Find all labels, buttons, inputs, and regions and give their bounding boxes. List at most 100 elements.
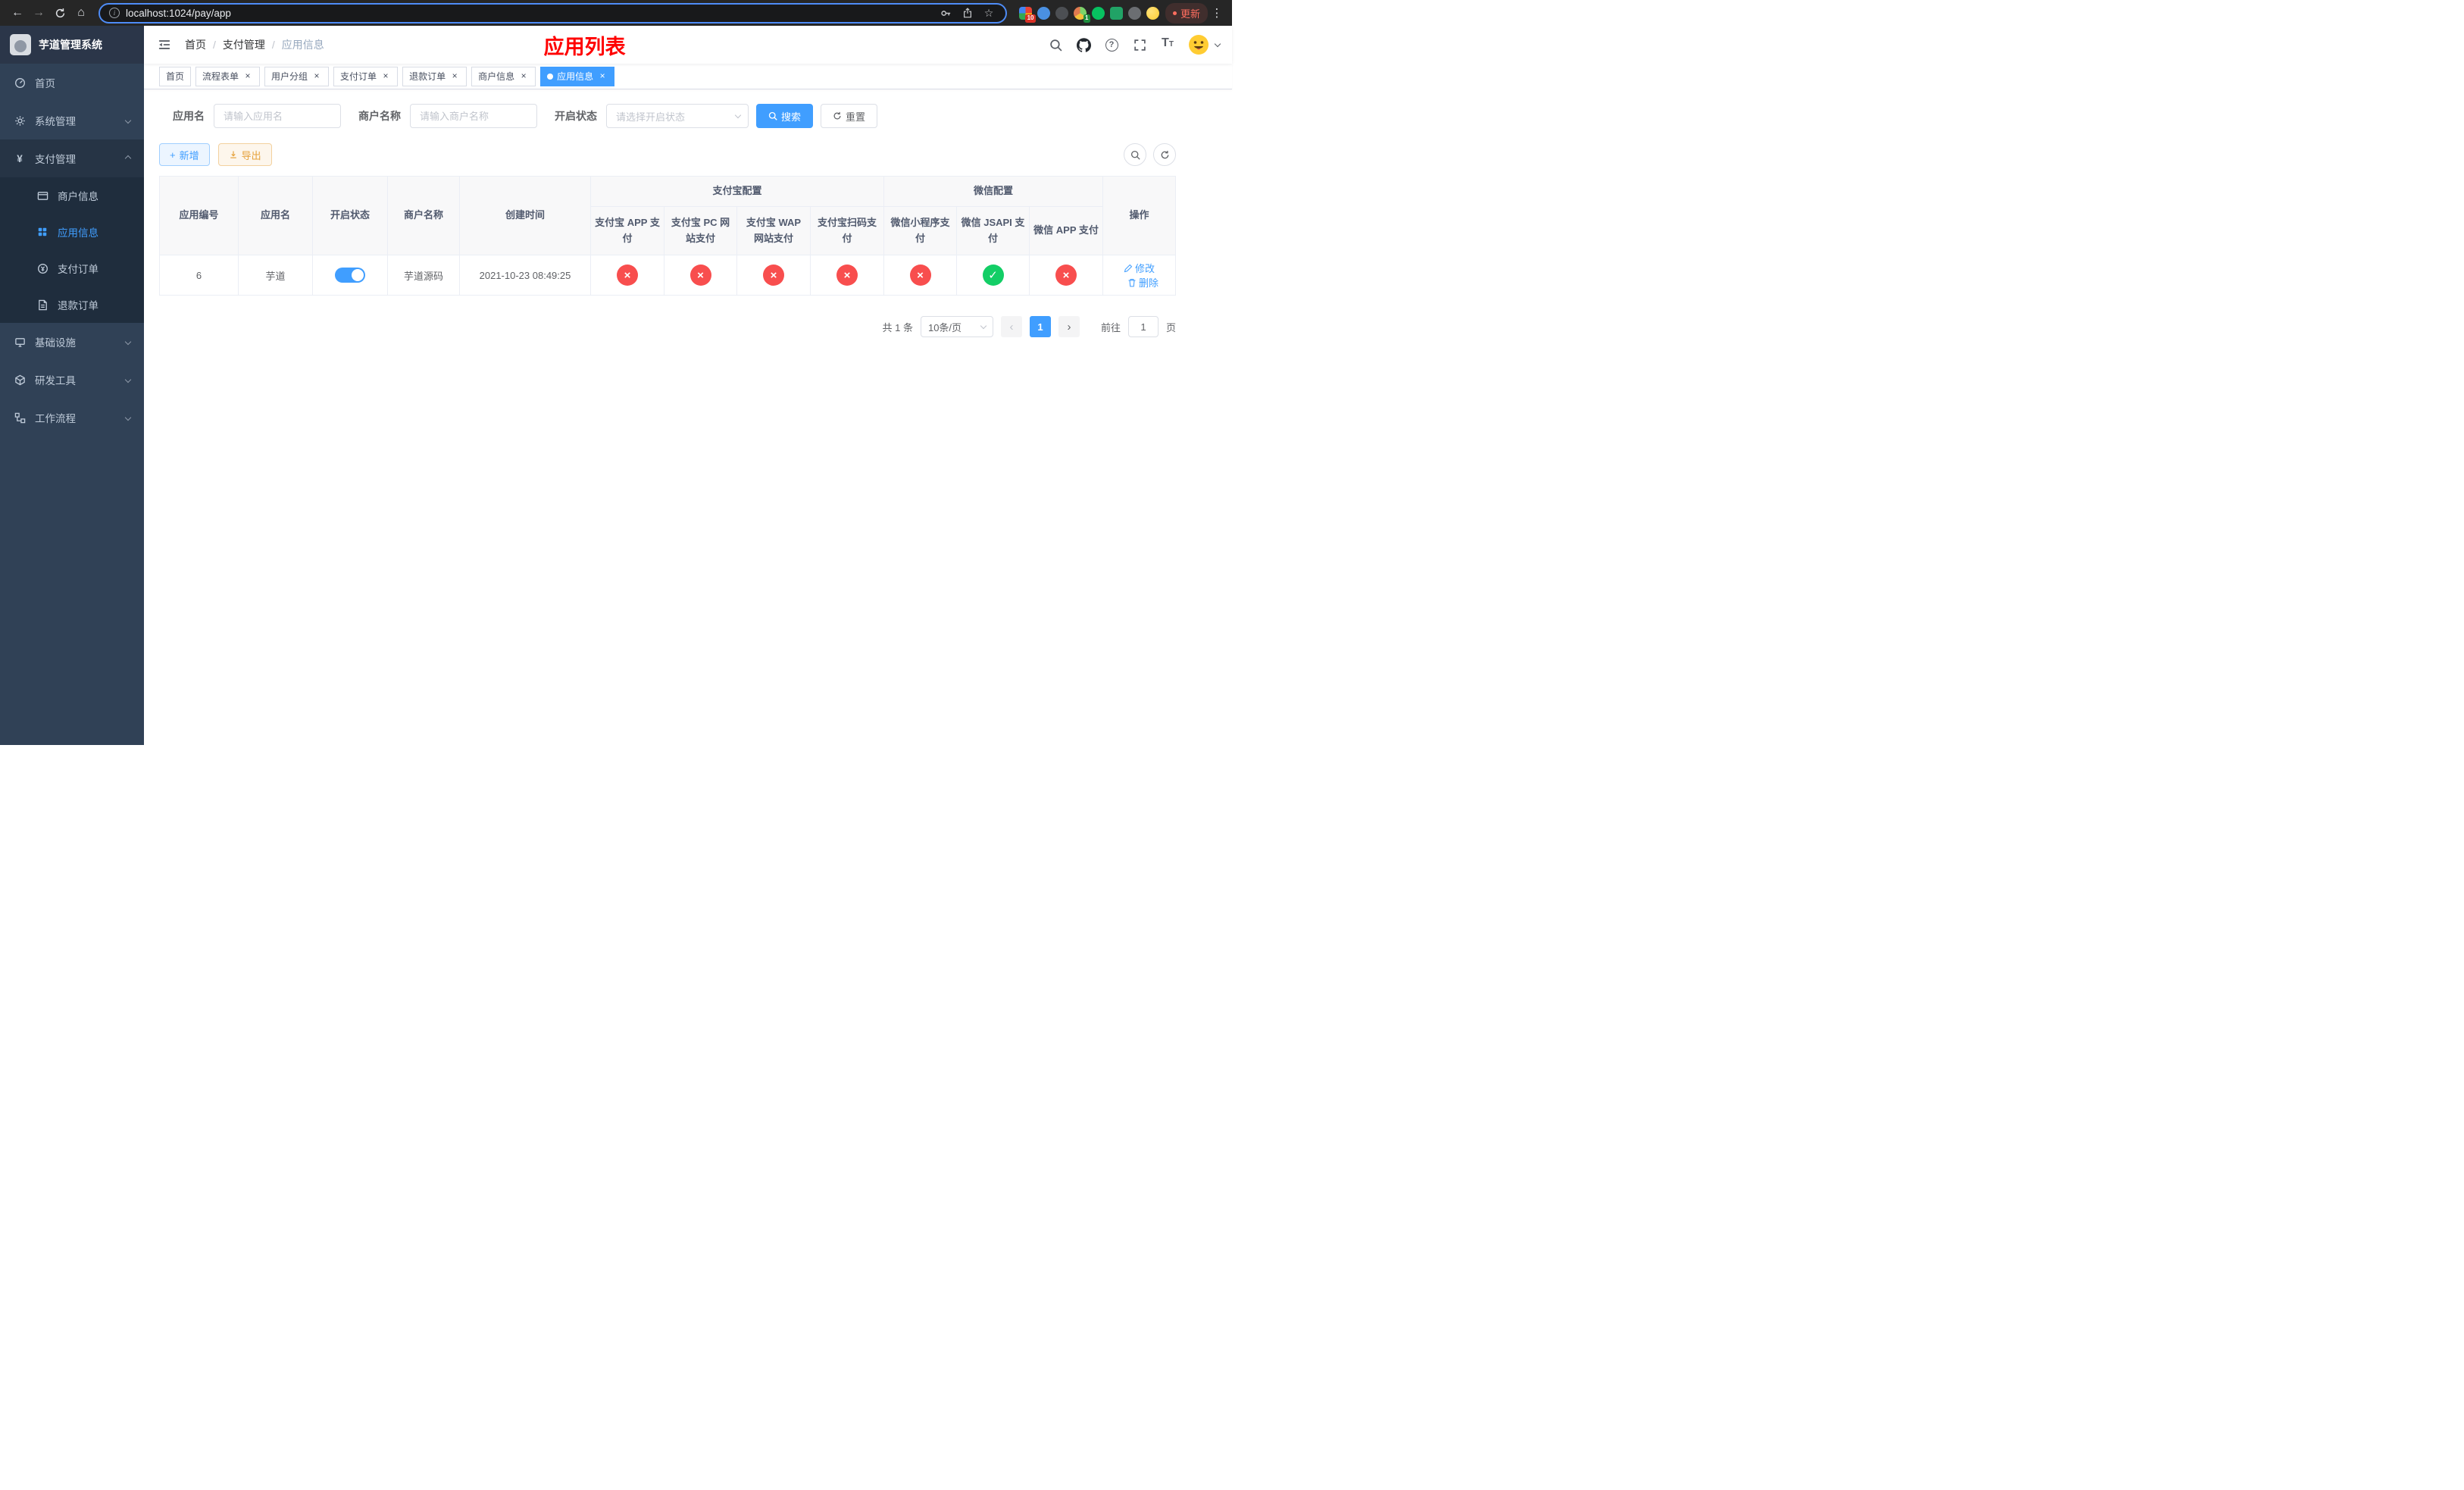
sidebar-item-refund-order[interactable]: 退款订单 xyxy=(0,286,144,323)
tab-refund-order[interactable]: 退款订单 × xyxy=(402,66,467,86)
github-icon[interactable] xyxy=(1075,36,1092,53)
pagination: 共 1 条 10条/页 ‹ 1 › 前往 页 xyxy=(159,316,1176,337)
sidebar-item-system[interactable]: 系统管理 xyxy=(0,102,144,139)
payment-submenu: 商户信息 应用信息 支付订单 退款订单 xyxy=(0,177,144,323)
cell-wechat-app: × xyxy=(1029,255,1104,296)
url-text[interactable]: localhost:1024/pay/app xyxy=(126,8,933,19)
fullscreen-icon[interactable] xyxy=(1131,36,1148,53)
user-menu[interactable] xyxy=(1187,33,1221,56)
sidebar-item-merchant-info[interactable]: 商户信息 xyxy=(0,177,144,214)
cell-wechat-mini: × xyxy=(883,255,958,296)
share-icon[interactable] xyxy=(960,8,975,18)
browser-reload-icon[interactable] xyxy=(50,3,70,23)
page-size-select[interactable]: 10条/页 xyxy=(920,316,993,337)
chevron-down-icon xyxy=(124,414,132,421)
cell-alipay-qr: × xyxy=(809,255,885,296)
col-alipay-wap: 支付宝 WAP 网站支付 xyxy=(736,206,811,255)
breadcrumb-home[interactable]: 首页 xyxy=(185,37,206,52)
sidebar-item-payment[interactable]: ¥ 支付管理 xyxy=(0,139,144,177)
pay-order-icon xyxy=(36,263,48,274)
hamburger-icon[interactable] xyxy=(156,36,173,53)
tab-merchant-info[interactable]: 商户信息 × xyxy=(471,66,536,86)
browser-menu-icon[interactable]: ⋮ xyxy=(1209,6,1224,20)
table-tools xyxy=(1124,143,1176,166)
status-circle-icon: × xyxy=(909,265,931,286)
sidebar-item-devtools[interactable]: 研发工具 xyxy=(0,361,144,399)
merchant-name-input[interactable] xyxy=(410,104,537,128)
tab-process-form[interactable]: 流程表单 × xyxy=(195,66,261,86)
help-icon[interactable]: ? xyxy=(1103,36,1120,53)
browser-home-icon[interactable]: ⌂ xyxy=(71,3,91,23)
extension-emoji-icon[interactable] xyxy=(1146,6,1159,20)
sidebar-item-workflow[interactable]: 工作流程 xyxy=(0,399,144,437)
reset-button[interactable]: 重置 xyxy=(821,104,878,128)
workflow-icon xyxy=(14,412,26,424)
browser-update-button[interactable]: 更新 xyxy=(1165,2,1208,23)
prev-page-button[interactable]: ‹ xyxy=(1000,316,1022,337)
chevron-up-icon xyxy=(124,155,132,162)
browser-chrome: ← → ⌂ i localhost:1024/pay/app ☆ 10 1 更新… xyxy=(0,0,1232,26)
dashboard-icon xyxy=(14,77,26,89)
close-icon[interactable]: × xyxy=(311,70,322,82)
breadcrumb: 首页 / 支付管理 / 应用信息 xyxy=(185,37,324,52)
sidebar-item-infra[interactable]: 基础设施 xyxy=(0,323,144,361)
site-info-icon[interactable]: i xyxy=(109,8,120,18)
sidebar: 芋道管理系统 首页 系统管理 ¥ 支付管理 商户信息 应用信息 支付订单 退款订… xyxy=(0,26,144,745)
extension-grid-icon[interactable]: 10 xyxy=(1018,6,1036,23)
sidebar-item-home[interactable]: 首页 xyxy=(0,64,144,102)
avatar[interactable] xyxy=(1187,33,1210,56)
delete-button[interactable]: 删除 xyxy=(1127,275,1159,290)
page-1-button[interactable]: 1 xyxy=(1029,316,1051,337)
row-status-switch[interactable] xyxy=(335,268,365,283)
show-search-icon[interactable] xyxy=(1124,143,1146,166)
extension-green-icon[interactable] xyxy=(1109,6,1123,20)
extension-dark-icon[interactable] xyxy=(1055,6,1068,20)
sidebar-item-pay-order[interactable]: 支付订单 xyxy=(0,250,144,286)
status-select[interactable]: 请选择开启状态 xyxy=(606,104,749,128)
col-merchant: 商户名称 xyxy=(387,176,460,255)
extension-puzzle-icon[interactable] xyxy=(1127,6,1141,20)
close-icon[interactable]: × xyxy=(242,70,253,82)
extension-wechat-icon[interactable] xyxy=(1091,6,1105,20)
update-dot-icon xyxy=(1172,11,1177,15)
grid-icon xyxy=(36,227,48,237)
app-name-input[interactable] xyxy=(214,104,341,128)
refresh-icon[interactable] xyxy=(1153,143,1176,166)
cell-merchant: 芋道源码 xyxy=(387,255,460,296)
status-circle-icon: × xyxy=(617,265,638,286)
close-icon[interactable]: × xyxy=(380,70,391,82)
browser-forward-icon[interactable]: → xyxy=(29,3,48,23)
add-button[interactable]: + 新增 xyxy=(159,143,210,166)
cell-app-id: 6 xyxy=(159,255,239,296)
sidebar-item-app-info[interactable]: 应用信息 xyxy=(0,214,144,250)
col-wechat-jsapi: 微信 JSAPI 支付 xyxy=(956,206,1030,255)
export-button[interactable]: 导出 xyxy=(217,143,272,166)
tab-app-info[interactable]: 应用信息 × xyxy=(540,66,615,86)
app-table: 应用编号 应用名 开启状态 商户名称 创建时间 支付宝配置 微信配置 操作 支付… xyxy=(159,176,1177,296)
tags-bar: 首页 流程表单 × 用户分组 × 支付订单 × 退款订单 × 商户信息 × 应用… xyxy=(144,64,1232,89)
tab-pay-order[interactable]: 支付订单 × xyxy=(333,66,399,86)
next-page-button[interactable]: › xyxy=(1058,316,1080,337)
url-bar[interactable]: i localhost:1024/pay/app ☆ xyxy=(98,2,1007,23)
font-size-icon[interactable]: TT xyxy=(1159,36,1176,53)
main-area: 首页 / 支付管理 / 应用信息 应用列表 ? T T 首页 流程表单 × 用户… xyxy=(144,26,1232,745)
goto-page-input[interactable] xyxy=(1127,316,1159,337)
cube-icon xyxy=(14,374,26,386)
close-icon[interactable]: × xyxy=(518,70,529,82)
browser-back-icon[interactable]: ← xyxy=(8,3,27,23)
breadcrumb-payment[interactable]: 支付管理 xyxy=(223,37,265,52)
tab-home[interactable]: 首页 xyxy=(159,66,192,86)
toolbar: + 新增 导出 xyxy=(159,143,1176,166)
close-icon[interactable]: × xyxy=(597,70,608,82)
edit-button[interactable]: 修改 xyxy=(1124,261,1155,275)
search-button[interactable]: 搜索 xyxy=(756,104,814,128)
extension-blue-icon[interactable] xyxy=(1037,6,1050,20)
tab-user-group[interactable]: 用户分组 × xyxy=(264,66,330,86)
password-key-icon[interactable] xyxy=(939,8,954,19)
app-logo[interactable]: 芋道管理系统 xyxy=(0,26,144,64)
bookmark-star-icon[interactable]: ☆ xyxy=(981,7,996,20)
close-icon[interactable]: × xyxy=(449,70,460,82)
search-icon[interactable] xyxy=(1047,36,1064,53)
col-alipay-qr: 支付宝扫码支付 xyxy=(809,206,885,255)
extension-color-icon[interactable]: 1 xyxy=(1073,6,1090,23)
